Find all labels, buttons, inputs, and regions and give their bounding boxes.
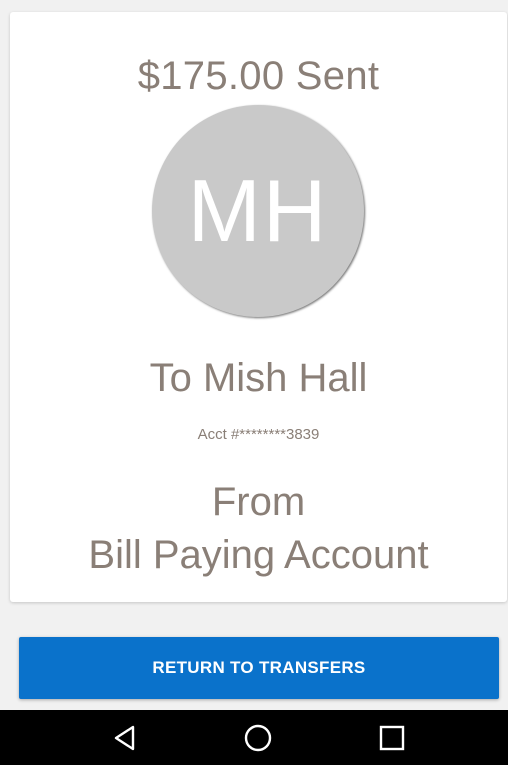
recipient-name: To Mish Hall	[149, 356, 368, 400]
recipient-avatar: MH	[152, 105, 364, 317]
amount-sent-title: $175.00 Sent	[137, 54, 380, 98]
recent-apps-square-icon	[379, 725, 405, 750]
from-label: From	[211, 480, 306, 524]
android-navigation-bar	[0, 710, 508, 765]
back-triangle-icon	[114, 725, 135, 750]
home-button[interactable]	[228, 710, 288, 765]
avatar-initials: MH	[187, 161, 329, 260]
home-circle-icon	[244, 724, 272, 751]
recent-apps-button[interactable]	[362, 710, 422, 765]
source-account-name: Bill Paying Account	[88, 533, 429, 577]
recipient-account-number: Acct #********3839	[197, 426, 320, 443]
back-button[interactable]	[96, 710, 156, 765]
return-to-transfers-button[interactable]: RETURN TO TRANSFERS	[19, 637, 499, 699]
transfer-confirmation-card: $175.00 Sent MH To Mish Hall Acct #*****…	[10, 12, 507, 602]
